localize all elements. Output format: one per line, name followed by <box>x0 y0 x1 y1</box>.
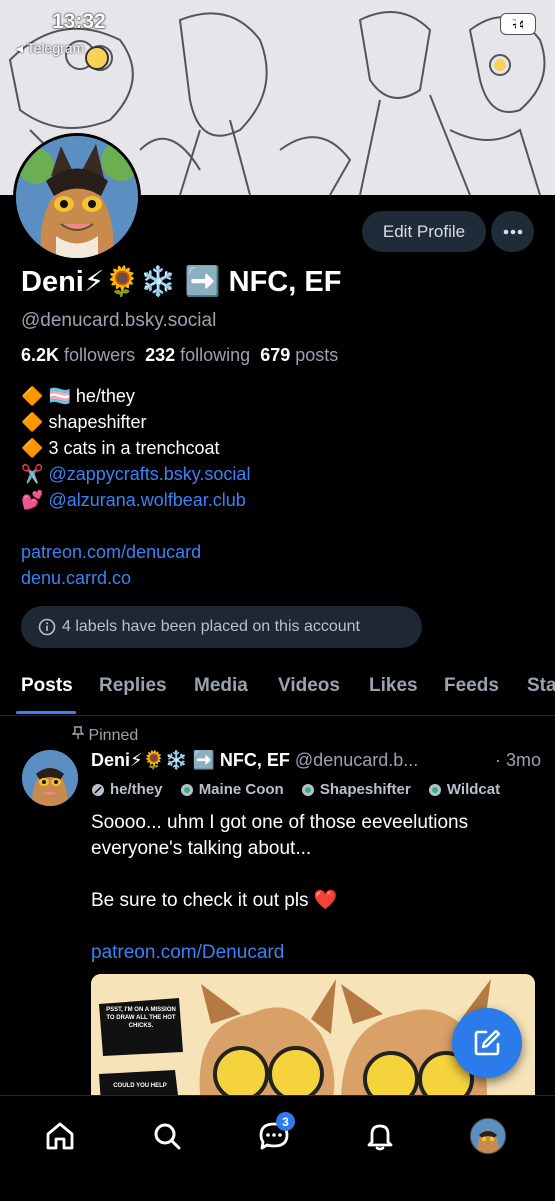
home-icon <box>46 1122 74 1150</box>
tab-media[interactable]: Media <box>194 675 248 697</box>
label-text: Shapeshifter <box>319 781 411 798</box>
profile-links: patreon.com/denucard denu.carrd.co <box>21 539 201 591</box>
following-stat[interactable]: 232 following <box>145 345 250 365</box>
label-chip[interactable]: he/they <box>91 781 163 798</box>
nav-search[interactable] <box>145 1114 189 1158</box>
profile-stats: 6.2K followers 232 following 679 posts <box>21 345 338 366</box>
avatar-art <box>471 1119 505 1153</box>
bio-line: ✂️ @zappycrafts.bsky.social <box>21 461 250 487</box>
avatar-art <box>22 750 78 806</box>
nav-home[interactable] <box>38 1114 82 1158</box>
tab-feeds[interactable]: Feeds <box>444 675 499 697</box>
bottom-navigation: 3 <box>0 1095 555 1201</box>
search-icon <box>154 1123 181 1150</box>
compose-icon <box>474 1029 501 1056</box>
following-count: 232 <box>145 345 176 365</box>
bell-icon <box>367 1124 393 1151</box>
label-chip[interactable]: Shapeshifter <box>301 781 411 798</box>
tab-likes[interactable]: Likes <box>369 675 418 697</box>
comic-speech-text: PSST, I'M ON A MISSION TO DRAW ALL THE H… <box>106 1007 176 1029</box>
nav-notifications[interactable] <box>358 1114 402 1158</box>
post-header: Deni⚡🌻❄️ ➡️ NFC, EF @denucard.b... · 3mo <box>91 750 541 771</box>
posts-label: posts <box>295 345 339 365</box>
comic-speech-text: COULD YOU HELP <box>113 1083 167 1089</box>
wifi-icon <box>502 14 524 32</box>
post-author-labels: he/they Maine Coon Shapeshifter Wildcat <box>91 781 513 801</box>
profile-handle: @denucard.bsky.social <box>21 310 217 331</box>
tab-starter-packs[interactable]: Sta <box>527 675 555 697</box>
nav-chat[interactable]: 3 <box>252 1112 296 1158</box>
bio-emoji: 🔶 <box>21 412 44 432</box>
nav-profile-avatar <box>470 1118 506 1154</box>
bio-text: 🏳️‍⚧️ he/they <box>48 386 135 406</box>
post-text-line: Soooo... uhm I got one of those eeveelut… <box>91 812 469 833</box>
bio-line: 🔶 shapeshifter <box>21 409 250 435</box>
labeler-icon <box>428 783 441 796</box>
patreon-link[interactable]: patreon.com/denucard <box>21 539 201 565</box>
label-chip[interactable]: Wildcat <box>428 781 500 798</box>
ellipsis-icon <box>503 229 522 234</box>
more-options-button[interactable] <box>491 211 534 252</box>
pinned-label: Pinned <box>88 727 139 744</box>
label-text: Maine Coon <box>198 781 284 798</box>
labeler-icon <box>180 783 193 796</box>
profile-display-name: Deni⚡🌻❄️ ➡️ NFC, EF <box>21 266 342 298</box>
labeler-icon <box>301 783 314 796</box>
account-labels-notice[interactable]: 4 labels have been placed on this accoun… <box>21 606 422 648</box>
bio-line: 🔶 🏳️‍⚧️ he/they <box>21 383 250 409</box>
bio-emoji: 🔶 <box>21 386 44 406</box>
post-text-line: everyone's talking about... <box>91 838 312 859</box>
following-label: following <box>180 345 251 365</box>
post-link[interactable]: patreon.com/Denucard <box>91 940 521 966</box>
bio-emoji: 🔶 <box>21 438 44 458</box>
post-timestamp[interactable]: · 3mo <box>490 750 541 771</box>
self-label-icon <box>92 783 104 796</box>
active-tab-indicator <box>16 711 76 714</box>
bio-text: 3 cats in a trenchcoat <box>48 438 220 458</box>
label-text: he/they <box>110 781 163 798</box>
avatar-art <box>16 136 138 258</box>
tab-videos[interactable]: Videos <box>278 675 340 697</box>
posts-stat: 679 posts <box>260 345 338 365</box>
compose-post-button[interactable] <box>452 1008 522 1078</box>
posts-count: 679 <box>260 345 291 365</box>
bio-mention-link[interactable]: @zappycrafts.bsky.social <box>48 464 250 484</box>
pinned-indicator: Pinned <box>71 726 139 745</box>
post-body: Soooo... uhm I got one of those eeveelut… <box>91 810 521 966</box>
followers-stat[interactable]: 6.2K followers <box>21 345 135 365</box>
carrd-link[interactable]: denu.carrd.co <box>21 565 201 591</box>
bio-emoji: 💕 <box>21 490 44 510</box>
post-author-name[interactable]: Deni⚡🌻❄️ ➡️ NFC, EF <box>91 750 290 770</box>
tab-posts[interactable]: Posts <box>21 675 73 697</box>
label-text: Wildcat <box>446 781 501 798</box>
tab-replies[interactable]: Replies <box>99 675 167 697</box>
labels-notice-text: 4 labels have been placed on this accoun… <box>62 618 360 635</box>
pin-icon <box>71 726 85 739</box>
followers-label: followers <box>64 345 136 365</box>
chat-unread-badge: 3 <box>276 1112 295 1131</box>
post-author-avatar[interactable] <box>22 750 78 806</box>
status-time: 13:32 <box>52 10 106 33</box>
label-chip[interactable]: Maine Coon <box>180 781 284 798</box>
bio-mention-link[interactable]: @alzurana.wolfbear.club <box>48 490 245 510</box>
bio-line: 🔶 3 cats in a trenchcoat <box>21 435 250 461</box>
back-to-app-link[interactable]: ◂ Telegram <box>16 40 84 57</box>
profile-bio: 🔶 🏳️‍⚧️ he/they 🔶 shapeshifter 🔶 3 cats … <box>21 383 250 513</box>
post-text-line: Be sure to check it out pls ❤️ <box>91 890 338 911</box>
post-author-handle[interactable]: @denucard.b... <box>295 750 418 770</box>
followers-count: 6.2K <box>21 345 60 365</box>
profile-tabs: Posts Replies Media Videos Likes Feeds S… <box>0 665 555 716</box>
bio-text: shapeshifter <box>48 412 147 432</box>
info-icon <box>38 618 56 636</box>
bio-line: 💕 @alzurana.wolfbear.club <box>21 487 250 513</box>
profile-avatar[interactable] <box>13 133 141 261</box>
edit-profile-button[interactable]: Edit Profile <box>362 211 486 252</box>
bio-emoji: ✂️ <box>21 464 44 484</box>
nav-profile[interactable] <box>466 1114 510 1158</box>
status-icons: 94 <box>501 14 535 34</box>
